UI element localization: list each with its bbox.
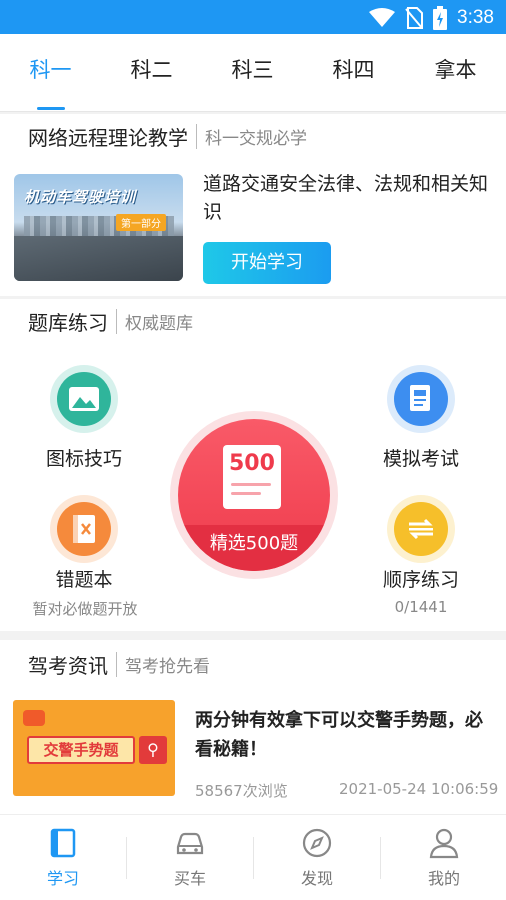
tab-label: 科四 [332,58,375,82]
nav-label: 买车 [173,869,206,888]
news-card: 驾考资讯 驾考抢先看 交警手势题 ⚲ 两分钟有效拿下可以交警手势题，必看秘籍！ … [0,640,506,814]
thumbnail-tag: 第一部分 [116,214,166,231]
nav-label: 学习 [46,869,79,888]
news-date: 2021-05-24 10:06:59 [339,780,499,798]
wrong-book-note: 暂对必做题开放 [32,600,138,618]
thumbnail-title: 机动车驾驶培训 [24,188,137,206]
tab-get-license[interactable]: 拿本 [405,34,506,112]
section-subtitle: 权威题库 [116,309,193,334]
wrong-book-icon-bg [50,495,118,563]
section-title: 网络远程理论教学 [28,126,188,150]
sequence-icon [394,502,448,556]
tab-subject-three[interactable]: 科三 [202,34,303,112]
featured-label: 精选500题 [209,533,299,554]
section-header: 驾考资讯 驾考抢先看 [28,650,210,679]
nav-label: 我的 [427,869,460,888]
tab-label: 科二 [130,58,173,82]
nav-discover[interactable]: 发现 [254,815,380,900]
tab-label: 科三 [231,58,274,82]
compass-icon [302,828,332,858]
tab-subject-four[interactable]: 科四 [303,34,404,112]
lesson-thumbnail[interactable]: 机动车驾驶培训 第一部分 [14,174,183,281]
status-bar: 3:38 [0,0,506,34]
news-title: 两分钟有效拿下可以交警手势题，必看秘籍！ [195,710,483,760]
bottom-navigation: 学习 买车 发现 我的 [0,814,506,900]
magnifier-icon: ⚲ [139,736,167,764]
mock-exam-label: 模拟考试 [382,448,459,470]
battery-charging-icon [433,6,448,30]
nav-study[interactable]: 学习 [0,815,126,900]
start-learning-button[interactable]: 开始学习 [203,242,331,284]
thumbnail-banner: 交警手势题 [27,736,135,764]
news-thumbnail: 交警手势题 ⚲ [13,700,175,796]
nav-buy-car[interactable]: 买车 [127,815,253,900]
car-icon [176,832,204,855]
remote-teaching-card: 网络远程理论教学 科一交规必学 机动车驾驶培训 第一部分 道路交通安全法律、法规… [0,114,506,296]
book-icon [50,828,76,858]
section-header: 题库练习 权威题库 [28,307,193,336]
icon-tips-icon-bg [50,365,118,433]
section-title: 驾考资讯 [28,654,108,678]
chat-bubble-icon [23,710,45,726]
subject-tabs: 科一 科二 科三 科四 拿本 [0,34,506,112]
tab-label: 拿本 [434,58,477,82]
no-sim-icon [405,7,424,29]
lesson-title[interactable]: 道路交通安全法律、法规和相关知识 [203,170,493,226]
tab-subject-two[interactable]: 科二 [101,34,202,112]
sequential-practice-icon-bg [387,495,455,563]
mock-exam-icon-bg [387,365,455,433]
icon-tips-label: 图标技巧 [45,448,122,470]
sheet-line [231,492,261,495]
wifi-icon [369,8,396,27]
question-sheet-icon: 500 [223,445,281,509]
sequential-practice-label: 顺序练习 [382,569,459,591]
section-subtitle: 驾考抢先看 [116,652,210,677]
road-graphic [14,236,183,281]
featured-number: 500 [229,451,275,476]
exam-paper-icon [394,372,448,426]
section-title: 题库练习 [28,311,108,335]
tab-subject-one[interactable]: 科一 [0,34,101,112]
nav-mine[interactable]: 我的 [381,815,506,900]
clock: 3:38 [457,7,494,28]
active-tab-indicator [37,107,65,110]
section-header: 网络远程理论教学 科一交规必学 [28,122,307,151]
person-icon [429,828,459,859]
nav-label: 发现 [300,869,333,888]
tab-label: 科一 [29,58,72,82]
section-subtitle: 科一交规必学 [196,124,307,149]
question-bank-card: 题库练习 权威题库 图标技巧 模拟考试 错题本 暂对必做题开放 顺序练习 0/1… [0,299,506,631]
sequential-progress: 0/1441 [394,598,448,616]
sheet-line [231,483,271,486]
wrong-notebook-icon [57,502,111,556]
featured-500-circle: 500 精选500题 [178,419,330,571]
wrong-book-label: 错题本 [55,569,113,591]
image-icon [57,372,111,426]
featured-500-button[interactable]: 500 精选500题 [170,411,338,579]
news-views: 58567次浏览 [195,782,288,800]
